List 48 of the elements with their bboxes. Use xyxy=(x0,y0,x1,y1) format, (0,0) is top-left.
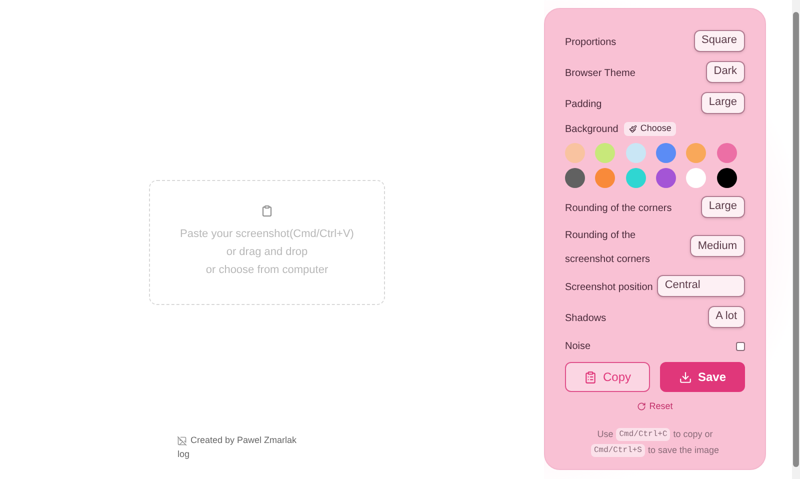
select-field[interactable]: Central xyxy=(656,274,745,296)
setting-label: Rounding of the corners xyxy=(565,202,672,214)
dropzone-text: or drag and drop xyxy=(226,245,308,260)
color-swatch[interactable] xyxy=(686,168,706,188)
shortcut-key: Cmd/Ctrl+S xyxy=(590,444,645,456)
save-button[interactable]: Save xyxy=(660,362,745,392)
setting-label: Proportions xyxy=(565,36,616,48)
select-field[interactable]: Large xyxy=(700,92,745,114)
credit-text: Created by Pawel Zmarlak xyxy=(190,434,297,447)
color-swatch[interactable] xyxy=(565,143,585,163)
dropzone-text: Paste your screenshot(Cmd/Ctrl+V) xyxy=(180,227,354,242)
shortcut-key: Cmd/Ctrl+C xyxy=(616,428,670,440)
reset-icon xyxy=(637,402,646,412)
hint-text: to save the image xyxy=(648,444,720,456)
color-swatch[interactable] xyxy=(686,143,706,163)
broken-image-icon xyxy=(177,436,188,446)
setting-label: Browser Theme xyxy=(565,68,636,78)
image-alt-text: log xyxy=(177,448,190,461)
color-swatch[interactable] xyxy=(656,168,676,188)
hint-text: Use xyxy=(597,428,614,440)
download-icon xyxy=(678,370,692,384)
color-swatch[interactable] xyxy=(716,143,737,163)
color-swatch[interactable] xyxy=(626,143,646,163)
color-swatch[interactable] xyxy=(595,168,616,188)
select-field[interactable]: Dark xyxy=(706,60,745,82)
color-swatch[interactable] xyxy=(626,168,646,188)
hint-text: to copy or xyxy=(673,428,713,440)
choose-button[interactable]: Choose xyxy=(624,122,676,136)
setting-label: Padding xyxy=(565,98,602,110)
dropzone-text: or choose from computer xyxy=(206,263,328,278)
select-field[interactable]: A lot xyxy=(708,306,745,328)
select-field[interactable]: Square xyxy=(694,30,745,52)
paintbrush-icon xyxy=(629,125,638,133)
select-field[interactable]: Large xyxy=(700,196,745,218)
setting-label: Background xyxy=(565,122,618,136)
setting-label: Noise xyxy=(565,340,591,352)
setting-label: Shadows xyxy=(565,312,606,324)
color-swatch[interactable] xyxy=(595,143,616,163)
clipboard-icon xyxy=(261,205,273,217)
clipboard-icon xyxy=(584,370,597,384)
scrollbar-thumb[interactable] xyxy=(793,12,799,467)
color-swatch[interactable] xyxy=(716,168,737,188)
color-swatch[interactable] xyxy=(565,168,585,188)
setting-label: Rounding of the screenshot corners xyxy=(565,230,650,265)
checkbox[interactable] xyxy=(736,342,745,350)
select-field[interactable]: Medium xyxy=(690,235,745,257)
color-swatch[interactable] xyxy=(656,143,676,163)
setting-label: Screenshot position xyxy=(565,282,653,292)
